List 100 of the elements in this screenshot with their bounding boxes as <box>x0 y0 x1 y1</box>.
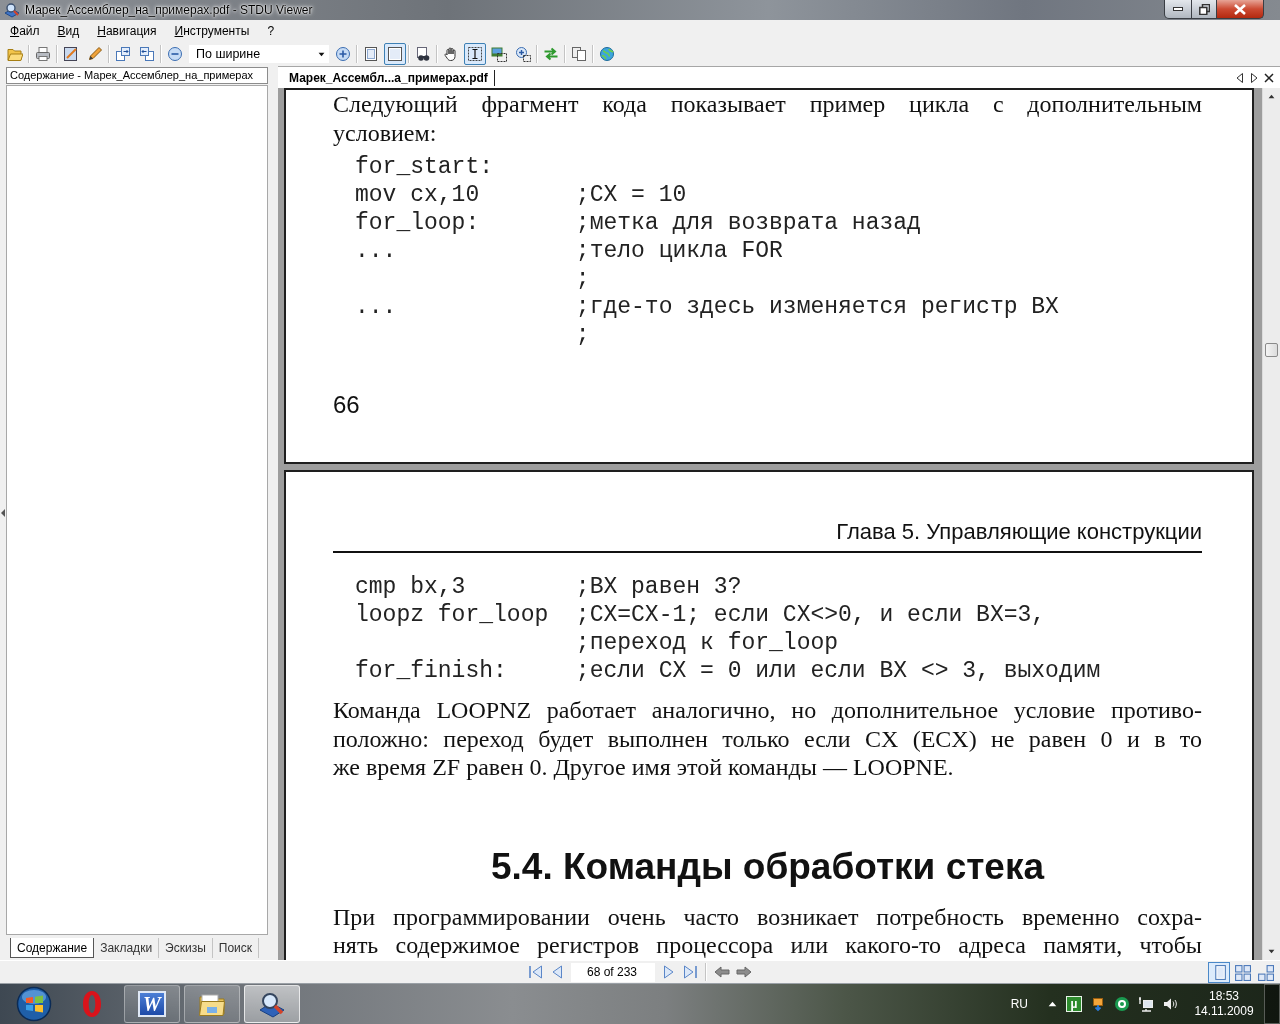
taskbar-app-button[interactable] <box>184 985 240 1023</box>
sidebar-tab[interactable]: Поиск <box>212 938 260 958</box>
arrow-right-icon <box>736 964 752 980</box>
code-comment: ;CX=CX-1; если CX<>0, и если BX=3, <box>575 601 1046 629</box>
code-instruction: ... <box>355 237 397 265</box>
code-instruction: mov cx,10 <box>355 181 480 209</box>
fit-page-button[interactable] <box>384 43 406 65</box>
plus-circle-icon <box>335 46 351 62</box>
code-comment: ; <box>575 321 590 349</box>
copy-icon <box>571 46 587 62</box>
clock-time[interactable]: 18:53 <box>1209 989 1239 1004</box>
collapse-arrow-icon[interactable] <box>1 509 5 517</box>
triangle-left-icon <box>1234 71 1244 84</box>
clock-date[interactable]: 14.11.2009 <box>1194 1004 1254 1019</box>
section-heading: 5.4. Команды обработки стека <box>490 845 1045 888</box>
speaker-icon[interactable] <box>1162 996 1178 1012</box>
contents-header: Содержание - Марек_Ассемблер_на_примерах <box>6 67 268 84</box>
taskbar-app-button[interactable] <box>244 985 300 1023</box>
caret-icon <box>318 51 325 57</box>
code-instruction: loopz for_loop <box>355 601 549 629</box>
menu-item[interactable]: Файл <box>1 22 49 40</box>
windows-orb-icon <box>16 986 52 1022</box>
text-select-button[interactable] <box>464 43 486 65</box>
caret-down-icon <box>1268 949 1275 954</box>
view-mode-button[interactable] <box>1208 961 1230 983</box>
running-head: Глава 5. Управляющие конструкции <box>836 519 1202 544</box>
code-comment: ;тело цикла FOR <box>575 237 783 265</box>
pages-arrow-icon <box>115 46 131 62</box>
code-instruction: for_start: <box>355 153 494 181</box>
opera-icon <box>80 990 104 1018</box>
close-icon <box>1233 2 1247 16</box>
caret-up-icon <box>1268 94 1275 99</box>
code-instruction: for_loop: <box>355 209 480 237</box>
code-comment: ;переход к for_loop <box>575 629 839 657</box>
window-title: Марек_Ассемблер_на_примерах.pdf - STDU Viewer <box>25 3 313 17</box>
caret-up-icon <box>1047 1001 1057 1007</box>
close-button[interactable] <box>1217 0 1264 19</box>
taskbar-app-button[interactable]: W <box>124 985 180 1023</box>
ring-icon[interactable] <box>1114 996 1130 1012</box>
code-instruction: ... <box>355 293 397 321</box>
sidebar-tab[interactable]: Эскизы <box>159 938 213 958</box>
code-comment: ;BX равен 3? <box>575 573 742 601</box>
page-number-field[interactable]: 68 of 233 <box>571 962 655 982</box>
torrent-icon[interactable]: µ <box>1066 996 1082 1012</box>
code-comment: ; <box>575 265 590 293</box>
minimize-icon <box>1172 6 1184 12</box>
menu-item[interactable]: Инструменты <box>165 22 259 40</box>
zoom-box-icon <box>515 46 531 62</box>
close-icon <box>1264 72 1274 83</box>
page-icon <box>387 46 403 62</box>
page-number: 66 <box>333 391 360 419</box>
word-icon: W <box>138 991 166 1017</box>
vertical-scrollbar[interactable] <box>1262 88 1280 960</box>
pages-arrow-icon <box>139 46 155 62</box>
tab-close-button[interactable] <box>1263 70 1275 85</box>
sidebar-tab[interactable]: Содержание <box>10 938 95 958</box>
zoom-mode-select[interactable]: По ширине <box>188 44 330 64</box>
magnifier-book-icon <box>4 2 20 18</box>
show-desktop-button[interactable] <box>1264 984 1280 1024</box>
picture-icon <box>491 46 507 62</box>
pages-layout-icon <box>1256 963 1274 981</box>
last-page-icon <box>682 964 698 980</box>
page-icon <box>363 46 379 62</box>
scroll-thumb[interactable] <box>1265 343 1278 357</box>
page-grid-icon <box>1233 963 1251 981</box>
pencil-icon <box>87 46 103 62</box>
triangle-right-icon <box>1249 71 1259 84</box>
restore-icon <box>1198 3 1210 15</box>
binoculars-icon <box>415 46 431 62</box>
first-page-icon <box>528 964 544 980</box>
menu-item[interactable]: Вид <box>48 22 89 40</box>
code-instruction: for_finish: <box>355 657 507 685</box>
first-page-button[interactable] <box>527 962 545 982</box>
paragraph: Следующий фрагмент кода показывает пример цикла с дополнительным условием: <box>333 90 1202 147</box>
sidebar-tab[interactable]: Закладки <box>94 938 160 958</box>
minimize-button[interactable] <box>1164 0 1192 19</box>
page-pen-icon <box>63 46 79 62</box>
code-comment: ;если CX = 0 или если BX <> 3, выходим <box>575 657 1101 685</box>
menu-item[interactable]: ? <box>258 22 284 40</box>
text-cursor-icon <box>467 46 483 62</box>
swap-arrows-icon <box>543 46 559 62</box>
folder-icon <box>7 46 23 62</box>
monitor-icon[interactable] <box>1138 996 1154 1012</box>
globe-icon <box>599 46 615 62</box>
arrow-left-icon <box>714 964 730 980</box>
folder-icon <box>198 991 226 1017</box>
printer-icon <box>35 46 51 62</box>
minus-circle-icon <box>167 46 183 62</box>
code-comment: ;метка для возврата назад <box>575 209 921 237</box>
language-indicator[interactable]: RU <box>1006 997 1032 1011</box>
tab-next-button[interactable] <box>1248 70 1260 85</box>
code-instruction: cmp bx,3 <box>355 573 466 601</box>
last-page-button[interactable] <box>681 962 699 982</box>
paragraph: Команда LOOPNZ работает аналогично, но дополнительное условие противо- положно: переход будет выполнен только если CX (ECX) не равен 0 и в то же время ZF равен 0. Другое имя этой команды — LOOPNE. <box>333 696 1202 782</box>
share-icon[interactable] <box>1090 996 1106 1012</box>
magnifier-book-icon <box>258 990 286 1018</box>
code-comment: ;где-то здесь изменяется регистр BX <box>575 293 1059 321</box>
menu-item[interactable]: Навигация <box>88 22 166 40</box>
restore-button[interactable] <box>1192 0 1217 19</box>
paragraph: При программировании очень часто возникает потребность временно сохра- нять содержимое регистров процессора или какого-то адреса памяти, чтобы <box>333 902 1202 960</box>
